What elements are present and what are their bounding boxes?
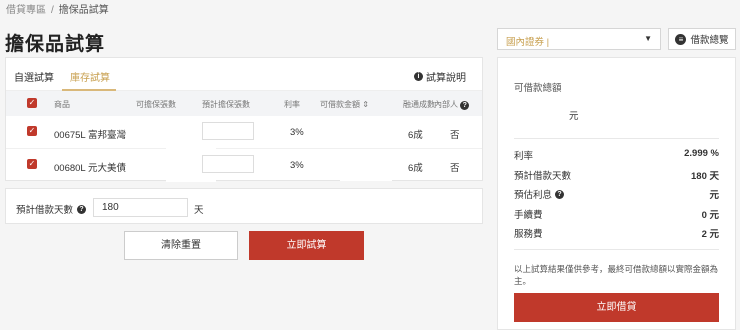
summary-panel: 可借款總額 元 利率 2.999 % 預計借款天數 180 天 預估利息? 元 …	[497, 57, 736, 330]
breadcrumb-separator: /	[51, 5, 54, 16]
summary-value: 2.999 %	[684, 148, 719, 159]
total-unit: 元	[569, 111, 579, 122]
page-title: 擔保品試算	[5, 34, 106, 55]
table-header: ✓ 商品 可擔保張數 預計擔保張數 利率 可借款金額 ⇕ 融通成數 內部人 ?	[6, 91, 482, 116]
table-row: ✓ 00680L 元大美債 3% 6成 否	[6, 149, 482, 182]
tab-inventory[interactable]: 庫存試算	[70, 69, 110, 84]
help-icon[interactable]: ?	[77, 204, 87, 214]
help-label: 試算說明	[426, 73, 466, 84]
select-all-checkbox[interactable]: ✓	[27, 98, 37, 108]
col-insider: 內部人 ?	[434, 99, 470, 110]
help-icon[interactable]: ?	[555, 189, 565, 199]
clear-button[interactable]: 清除重置	[124, 231, 238, 260]
loan-days-unit: 天	[194, 205, 204, 216]
ratio-value: 6成	[408, 130, 423, 141]
col-insider-label: 內部人	[434, 100, 458, 109]
calc-tabs: 自選試算 庫存試算 i 試算說明	[6, 58, 482, 91]
breadcrumb-current: 擔保品試算	[58, 5, 109, 16]
summary-value: 0 元	[701, 210, 719, 221]
loan-type-value: 國內證券 |	[506, 37, 550, 48]
col-product: 商品	[54, 100, 70, 109]
disclaimer-note: 以上試算結果僅供參考，最終可借款總額以實際金額為主。	[514, 264, 719, 286]
summary-label-group: 預估利息?	[514, 187, 565, 201]
insider-value: 否	[450, 130, 460, 141]
planned-quantity-input[interactable]	[202, 155, 254, 173]
col-amount[interactable]: 可借款金額 ⇕	[320, 99, 369, 110]
calculate-button[interactable]: 立即試算	[249, 231, 364, 260]
summary-label: 服務費	[514, 229, 543, 240]
rate-value: 3%	[290, 127, 304, 138]
help-link[interactable]: i 試算說明	[414, 69, 466, 84]
sort-icon: ⇕	[362, 100, 369, 109]
product-name: 00680L 元大美債	[54, 163, 126, 174]
divider	[514, 249, 719, 250]
summary-label: 手續費	[514, 210, 543, 221]
col-ratio: 融通成數	[403, 100, 435, 109]
ratio-value: 6成	[408, 163, 423, 174]
breadcrumb: 借貸專區 / 擔保品試算	[6, 1, 109, 16]
col-planned: 預計擔保張數	[202, 100, 250, 109]
table-row: ✓ 00675L 富邦臺灣 3% 6成 否	[6, 116, 482, 149]
row-checkbox[interactable]: ✓	[27, 159, 37, 169]
info-icon: i	[414, 72, 423, 81]
tab-custom[interactable]: 自選試算	[14, 69, 54, 84]
row-checkbox[interactable]: ✓	[27, 126, 37, 136]
redacted-amount	[340, 118, 392, 148]
col-available: 可擔保張數	[136, 100, 176, 109]
summary-value: 元	[709, 190, 719, 201]
loan-days-panel: 預計借款天數 ? 180 天	[5, 188, 483, 224]
loan-days-input[interactable]: 180	[93, 198, 188, 217]
summary-label: 預計借款天數	[514, 171, 572, 182]
calculator-panel: 自選試算 庫存試算 i 試算說明 ✓ 商品 可擔保張數 預計擔保張數 利率 可借…	[5, 57, 483, 182]
summary-value: 180 天	[691, 171, 719, 182]
total-label: 可借款總額	[514, 83, 562, 94]
summary-label: 預估利息	[514, 190, 553, 201]
loan-type-select[interactable]: 國內證券 | ▼	[497, 28, 661, 50]
redacted-amount	[340, 151, 392, 181]
loan-days-label-group: 預計借款天數 ?	[16, 202, 87, 216]
loan-overview-button[interactable]: ≡ 借款總覽	[668, 28, 736, 50]
summary-label: 利率	[514, 151, 534, 162]
col-amount-label: 可借款金額	[320, 100, 360, 109]
list-icon: ≡	[675, 33, 687, 45]
chevron-down-icon: ▼	[644, 34, 652, 43]
loan-days-label: 預計借款天數	[16, 205, 74, 216]
rate-value: 3%	[290, 160, 304, 171]
loan-overview-label: 借款總覽	[690, 35, 729, 46]
summary-value: 2 元	[701, 229, 719, 240]
breadcrumb-parent[interactable]: 借貸專區	[6, 5, 46, 16]
borrow-button[interactable]: 立即借貸	[514, 293, 719, 322]
product-name: 00675L 富邦臺灣	[54, 130, 126, 141]
planned-quantity-input[interactable]	[202, 122, 254, 140]
insider-value: 否	[450, 163, 460, 174]
help-icon[interactable]: ?	[460, 101, 470, 110]
divider	[514, 138, 719, 139]
col-rate: 利率	[284, 100, 300, 109]
